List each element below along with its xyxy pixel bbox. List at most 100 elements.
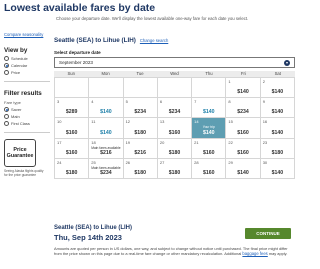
calendar-day-cell[interactable]: 27 $180 [157,158,193,179]
radio-label: Price [11,70,21,75]
view-option-calendar[interactable]: Calendar [4,63,50,68]
day-number: 4 [91,99,94,105]
day-fare: $140 [271,109,284,116]
calendar-day-cell[interactable]: 24 $180 [55,158,90,179]
radio-button[interactable] [4,56,9,61]
day-fare: $180 [134,169,146,176]
calendar-day-cell[interactable]: 8 $234 [226,98,261,119]
radio-button[interactable] [4,70,9,75]
day-fare: $140 [271,89,284,96]
calendar-day-cell[interactable]: 26 $180 [123,158,158,179]
radio-label: First Class [11,121,30,126]
month-select[interactable]: September 2023 ▾ [54,57,295,68]
calendar-day-cell[interactable]: 12 $180 [123,118,158,139]
day-number: 7 [194,99,197,105]
fare-type-saver[interactable]: Saver [4,107,50,112]
calendar-empty-cell [123,78,158,99]
weekday-label: Fri [240,71,246,76]
view-by-heading: View by [4,47,28,54]
calendar-day-cell[interactable]: 7 $140 [192,98,227,119]
price-guarantee-line2: Guarantee [6,153,34,159]
day-fare: $180 [134,129,146,136]
calendar-day-cell[interactable]: 9 $140 [260,98,295,119]
day-number: 26 [125,159,131,165]
day-number: 21 [194,139,199,145]
sidebar-divider [4,132,50,133]
calendar-day-cell[interactable]: 4 $140 [89,98,124,119]
calendar-day-cell[interactable]: 29 $140 [226,158,261,179]
day-number: 22 [228,139,233,145]
weekday-label: Sat [274,71,281,76]
day-fare: $234 [134,109,146,116]
radio-button[interactable] [4,63,9,68]
route-header: Seattle (SEA) to Lihue (LIH) Change sear… [54,37,295,44]
calendar-day-cell[interactable]: 17 $160 [55,138,90,159]
radio-label: Saver [11,107,22,112]
day-number: 3 [57,99,60,105]
day-fare: $234 [237,109,249,116]
page-title: Lowest available fares by date [4,2,156,14]
weekday-label: Sun [67,71,75,76]
calendar-day-cell[interactable]: 2 $140 [260,78,295,99]
radio-button[interactable] [4,121,9,126]
calendar-day-cell[interactable]: 6 $234 [157,98,193,119]
calendar-day-cell[interactable]: 15 $160 [226,118,261,139]
calendar-empty-cell [89,78,124,99]
day-number: 10 [57,119,62,125]
day-number: 25 [91,159,96,165]
calendar-day-cell[interactable]: 23 $180 [260,138,295,159]
view-by-options: Schedule Calendar Price [4,56,50,75]
view-option-schedule[interactable]: Schedule [4,56,50,61]
day-fare: $216 [134,149,146,156]
calendar-day-cell[interactable]: 10 $160 [55,118,90,139]
baggage-fees-link[interactable]: baggage fees [242,251,267,256]
continue-button[interactable]: CONTINUE [245,228,291,239]
calendar-day-cell[interactable]: 25 Main fares available $234 [89,158,124,179]
day-number: 23 [262,139,268,145]
radio-label: Main [11,114,20,119]
fare-type-first-class[interactable]: First Class [4,121,50,126]
day-fare: $160 [203,149,215,156]
chevron-down-icon: ▾ [284,59,290,66]
day-fare: $140 [203,129,215,136]
day-fare: $160 [65,149,78,156]
calendar-day-cell[interactable]: 28 $160 [192,158,227,179]
day-fare: $216 [100,149,112,156]
calendar-day-cell[interactable]: 5 $234 [123,98,158,119]
calendar-day-cell[interactable]: 19 $216 [123,138,158,159]
day-fare: $140 [237,89,249,96]
calendar-day-cell[interactable]: 14 Your trip $140 [192,118,227,139]
radio-button[interactable] [4,114,9,119]
weekday-label: Mon [101,71,110,76]
radio-label: Schedule [11,56,28,61]
calendar-day-cell[interactable]: 18 Main fares available $216 [89,138,124,159]
compare-seasonality-link[interactable]: Compare seasonality [4,32,43,37]
radio-button[interactable] [4,107,9,112]
day-number: 12 [125,119,131,125]
calendar-day-cell[interactable]: 1 $140 [226,78,261,99]
change-search-link[interactable]: Change search [140,38,168,43]
calendar-day-cell[interactable]: 11 $140 [89,118,124,139]
calendar-day-cell[interactable]: 20 $180 [157,138,193,159]
day-fare: $160 [237,129,249,136]
calendar-day-cell[interactable]: 30 $140 [260,158,295,179]
day-number: 1 [228,79,231,84]
calendar-day-cell[interactable]: 22 $160 [226,138,261,159]
day-fare: $140 [271,129,284,136]
day-number: 5 [125,99,128,105]
day-number: 8 [228,99,231,105]
day-number: 29 [228,159,233,165]
calendar-day-cell[interactable]: 21 $160 [192,138,227,159]
day-number: 27 [159,159,165,165]
calendar-empty-cell [55,78,90,99]
fare-type-label: Fare type [4,100,21,105]
day-fare: $140 [100,109,112,116]
disclaimer-tail: may apply. [268,251,288,257]
calendar-day-cell[interactable]: 16 $140 [260,118,295,139]
view-option-price[interactable]: Price [4,70,50,75]
calendar-day-cell[interactable]: 13 $160 [157,118,193,139]
day-number: 30 [262,159,268,165]
fare-type-main[interactable]: Main [4,114,50,119]
filter-results-heading: Filter results [4,90,42,97]
calendar-day-cell[interactable]: 3 $289 [55,98,90,119]
